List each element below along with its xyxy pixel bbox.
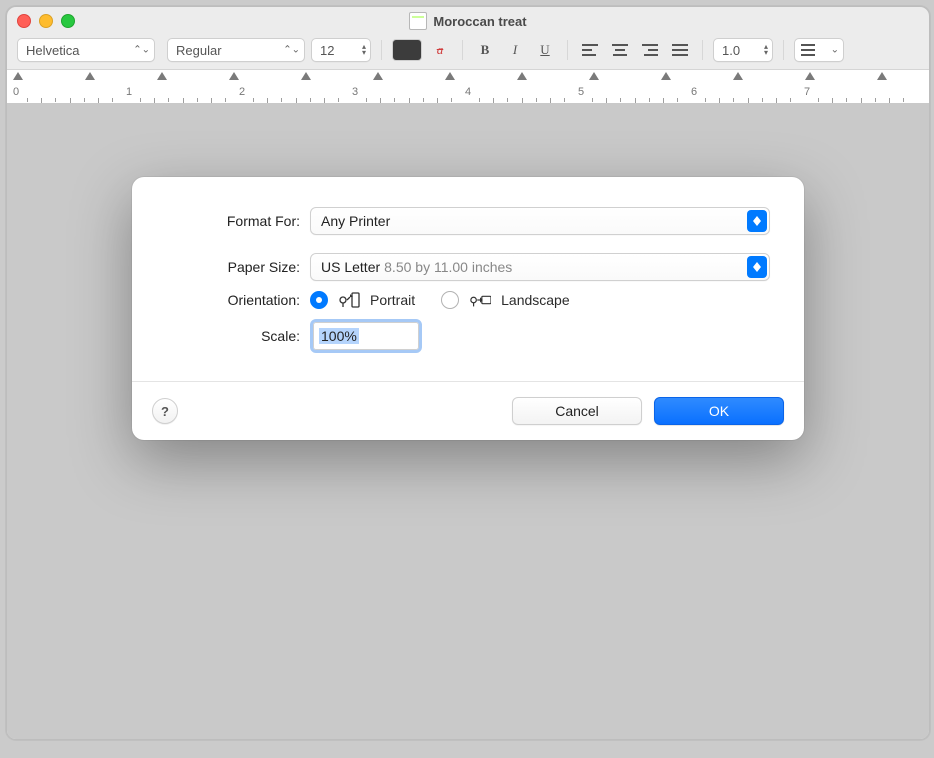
orientation-landscape-label: Landscape: [501, 292, 570, 308]
help-icon: ?: [161, 404, 169, 419]
page-setup-dialog: Format For: Any Printer Paper Size: US L…: [132, 177, 804, 440]
orientation-portrait-radio[interactable]: [310, 291, 328, 309]
format-for-popup[interactable]: Any Printer: [310, 207, 770, 235]
portrait-icon: [338, 291, 360, 309]
popup-arrows-icon: [747, 210, 767, 232]
paper-size-detail: 8.50 by 11.00 inches: [384, 259, 512, 275]
scale-input[interactable]: 100%: [310, 319, 422, 353]
paper-size-popup[interactable]: US Letter 8.50 by 11.00 inches: [310, 253, 770, 281]
orientation-label: Orientation:: [166, 292, 310, 308]
app-window: Moroccan treat Helvetica ⌃⌄ Regular ⌃⌄ 1…: [6, 6, 930, 740]
cancel-button-label: Cancel: [555, 403, 599, 419]
scale-value: 100%: [319, 328, 359, 344]
paper-size-label: Paper Size:: [166, 259, 310, 275]
paper-size-value: US Letter: [321, 259, 380, 275]
format-for-value: Any Printer: [321, 213, 390, 229]
ok-button[interactable]: OK: [654, 397, 784, 425]
modal-overlay: Format For: Any Printer Paper Size: US L…: [7, 7, 929, 739]
format-for-label: Format For:: [166, 213, 310, 229]
landscape-icon: [469, 291, 491, 309]
help-button[interactable]: ?: [152, 398, 178, 424]
scale-label: Scale:: [166, 328, 310, 344]
cancel-button[interactable]: Cancel: [512, 397, 642, 425]
popup-arrows-icon: [747, 256, 767, 278]
ok-button-label: OK: [709, 403, 729, 419]
orientation-landscape-radio[interactable]: [441, 291, 459, 309]
orientation-portrait-label: Portrait: [370, 292, 415, 308]
